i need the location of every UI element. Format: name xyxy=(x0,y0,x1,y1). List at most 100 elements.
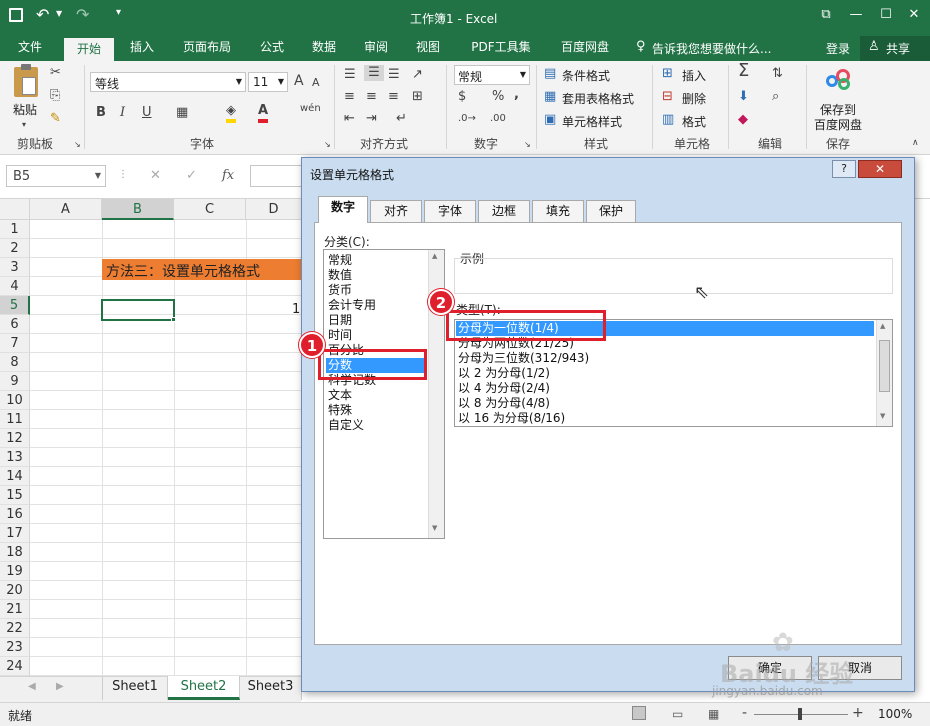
dialog-tab-alignment[interactable]: 对齐 xyxy=(370,200,422,222)
category-item[interactable]: 文本 xyxy=(328,388,352,403)
number-launcher-icon[interactable]: ↘ xyxy=(524,137,531,153)
zoom-in-icon[interactable]: + xyxy=(852,705,864,721)
normal-view-icon[interactable] xyxy=(632,706,646,720)
increase-indent-icon[interactable]: ⇥ xyxy=(366,111,377,127)
row-header[interactable]: 2 xyxy=(0,239,30,258)
paste-dropdown-icon[interactable]: ▾ xyxy=(22,117,26,133)
scroll-thumb[interactable] xyxy=(879,340,890,392)
fill-icon[interactable]: ⬇ xyxy=(738,89,749,105)
save-icon[interactable] xyxy=(9,8,23,22)
tab-view[interactable]: 视图 xyxy=(406,36,450,61)
formula-input[interactable] xyxy=(250,165,302,187)
scroll-down-icon[interactable]: ▼ xyxy=(432,524,437,532)
row-header[interactable]: 15 xyxy=(0,486,30,505)
close-icon[interactable]: ✕ xyxy=(906,8,922,22)
baidu-cloud-icon[interactable] xyxy=(826,69,852,91)
clear-icon[interactable]: ◆ xyxy=(738,112,748,128)
format-as-table-button[interactable]: 套用表格格式 xyxy=(562,90,634,107)
select-all-corner[interactable] xyxy=(0,199,30,220)
percent-icon[interactable]: % xyxy=(492,89,504,105)
row-header[interactable]: 13 xyxy=(0,448,30,467)
save-to-baidu-line2[interactable]: 百度网盘 xyxy=(814,116,862,133)
row-header[interactable]: 23 xyxy=(0,638,30,657)
login-link[interactable]: 登录 xyxy=(826,40,850,57)
copy-icon[interactable]: ⎘ xyxy=(50,88,60,104)
sheet-tab-3[interactable]: Sheet3 xyxy=(240,676,302,700)
phonetic-icon[interactable]: wén xyxy=(300,101,321,117)
align-right-icon[interactable]: ≡ xyxy=(388,89,399,105)
category-item[interactable]: 自定义 xyxy=(328,418,364,433)
collapse-ribbon-icon[interactable]: ∧ xyxy=(912,135,919,151)
shrink-font-icon[interactable]: A xyxy=(312,75,320,91)
minimize-icon[interactable]: — xyxy=(848,8,864,22)
row-header[interactable]: 7 xyxy=(0,334,30,353)
row-header[interactable]: 19 xyxy=(0,562,30,581)
tab-formulas[interactable]: 公式 xyxy=(250,36,294,61)
format-as-table-icon[interactable]: ▦ xyxy=(544,89,556,105)
merge-center-icon[interactable]: ⊞ xyxy=(412,89,423,105)
row-header[interactable]: 1 xyxy=(0,220,30,239)
dialog-help-button[interactable]: ? xyxy=(832,160,856,178)
scroll-up-icon[interactable]: ▲ xyxy=(432,252,437,260)
dialog-tab-fill[interactable]: 填充 xyxy=(532,200,584,222)
row-header[interactable]: 22 xyxy=(0,619,30,638)
tab-review[interactable]: 审阅 xyxy=(354,36,398,61)
tab-baidu-pan[interactable]: 百度网盘 xyxy=(550,36,620,61)
type-item[interactable]: 以 2 为分母(1/2) xyxy=(458,366,550,381)
dialog-close-button[interactable]: ✕ xyxy=(858,160,902,178)
tab-page-layout[interactable]: 页面布局 xyxy=(172,36,242,61)
dialog-tab-protection[interactable]: 保护 xyxy=(586,200,636,222)
delete-cells-icon[interactable]: ⊟ xyxy=(662,89,673,105)
row-header[interactable]: 6 xyxy=(0,315,30,334)
tell-me-box[interactable]: 告诉我您想要做什么... xyxy=(652,40,771,57)
insert-cells-button[interactable]: 插入 xyxy=(682,67,706,84)
row-header[interactable]: 20 xyxy=(0,581,30,600)
type-item[interactable]: 以 4 为分母(2/4) xyxy=(458,381,550,396)
row-header[interactable]: 21 xyxy=(0,600,30,619)
type-scrollbar[interactable]: ▲ ▼ xyxy=(876,320,892,426)
page-break-view-icon[interactable]: ▦ xyxy=(708,707,719,721)
insert-function-icon[interactable]: fx xyxy=(222,168,234,183)
zoom-slider[interactable] xyxy=(754,708,848,720)
font-color-icon[interactable]: A xyxy=(258,103,269,123)
category-item[interactable]: 特殊 xyxy=(328,403,352,418)
row-header[interactable]: 14 xyxy=(0,467,30,486)
active-cell-b5[interactable] xyxy=(101,299,175,321)
page-layout-view-icon[interactable]: ▭ xyxy=(672,707,683,721)
tab-pdf-tools[interactable]: PDF工具集 xyxy=(462,36,540,61)
row-header[interactable]: 11 xyxy=(0,410,30,429)
category-item[interactable]: 数值 xyxy=(328,268,352,283)
zoom-level[interactable]: 100% xyxy=(878,707,912,721)
row-header[interactable]: 4 xyxy=(0,277,30,296)
column-header-c[interactable]: C xyxy=(174,199,246,220)
scroll-right-icon[interactable]: ▶ xyxy=(56,681,64,692)
wrap-text-icon[interactable]: ↵ xyxy=(396,111,407,127)
font-name-select[interactable]: 等线 ▼ xyxy=(90,72,246,92)
format-cells-button[interactable]: 格式 xyxy=(682,113,706,130)
row-header[interactable]: 18 xyxy=(0,543,30,562)
column-header-a[interactable]: A xyxy=(30,199,102,220)
customize-qat-icon[interactable]: ▾ xyxy=(116,7,121,18)
align-top-icon[interactable]: ☰ xyxy=(344,67,356,83)
conditional-format-button[interactable]: 条件格式 xyxy=(562,67,610,84)
scroll-up-icon[interactable]: ▲ xyxy=(880,322,885,330)
align-bottom-icon[interactable]: ☰ xyxy=(388,67,400,83)
decrease-indent-icon[interactable]: ⇤ xyxy=(344,111,355,127)
dialog-tab-border[interactable]: 边框 xyxy=(478,200,530,222)
cell-b3-highlight[interactable]: 方法三：设置单元格格式 xyxy=(102,259,302,280)
category-item[interactable]: 时间 xyxy=(328,328,352,343)
type-item[interactable]: 以 8 为分母(4/8) xyxy=(458,396,550,411)
delete-cells-button[interactable]: 删除 xyxy=(682,90,706,107)
sheet-tab-1[interactable]: Sheet1 xyxy=(102,676,168,700)
format-cells-icon[interactable]: ▥ xyxy=(662,112,674,128)
row-header[interactable]: 8 xyxy=(0,353,30,372)
redo-icon[interactable]: ↷ xyxy=(76,5,89,24)
tab-data[interactable]: 数据 xyxy=(302,36,346,61)
row-header[interactable]: 10 xyxy=(0,391,30,410)
row-header[interactable]: 5 xyxy=(0,296,30,315)
column-header-d[interactable]: D xyxy=(246,199,302,220)
sheet-tab-2[interactable]: Sheet2 xyxy=(168,676,240,700)
align-left-icon[interactable]: ≡ xyxy=(344,89,355,105)
name-box[interactable]: B5 ▼ xyxy=(6,165,106,187)
conditional-format-icon[interactable]: ▤ xyxy=(544,66,556,82)
